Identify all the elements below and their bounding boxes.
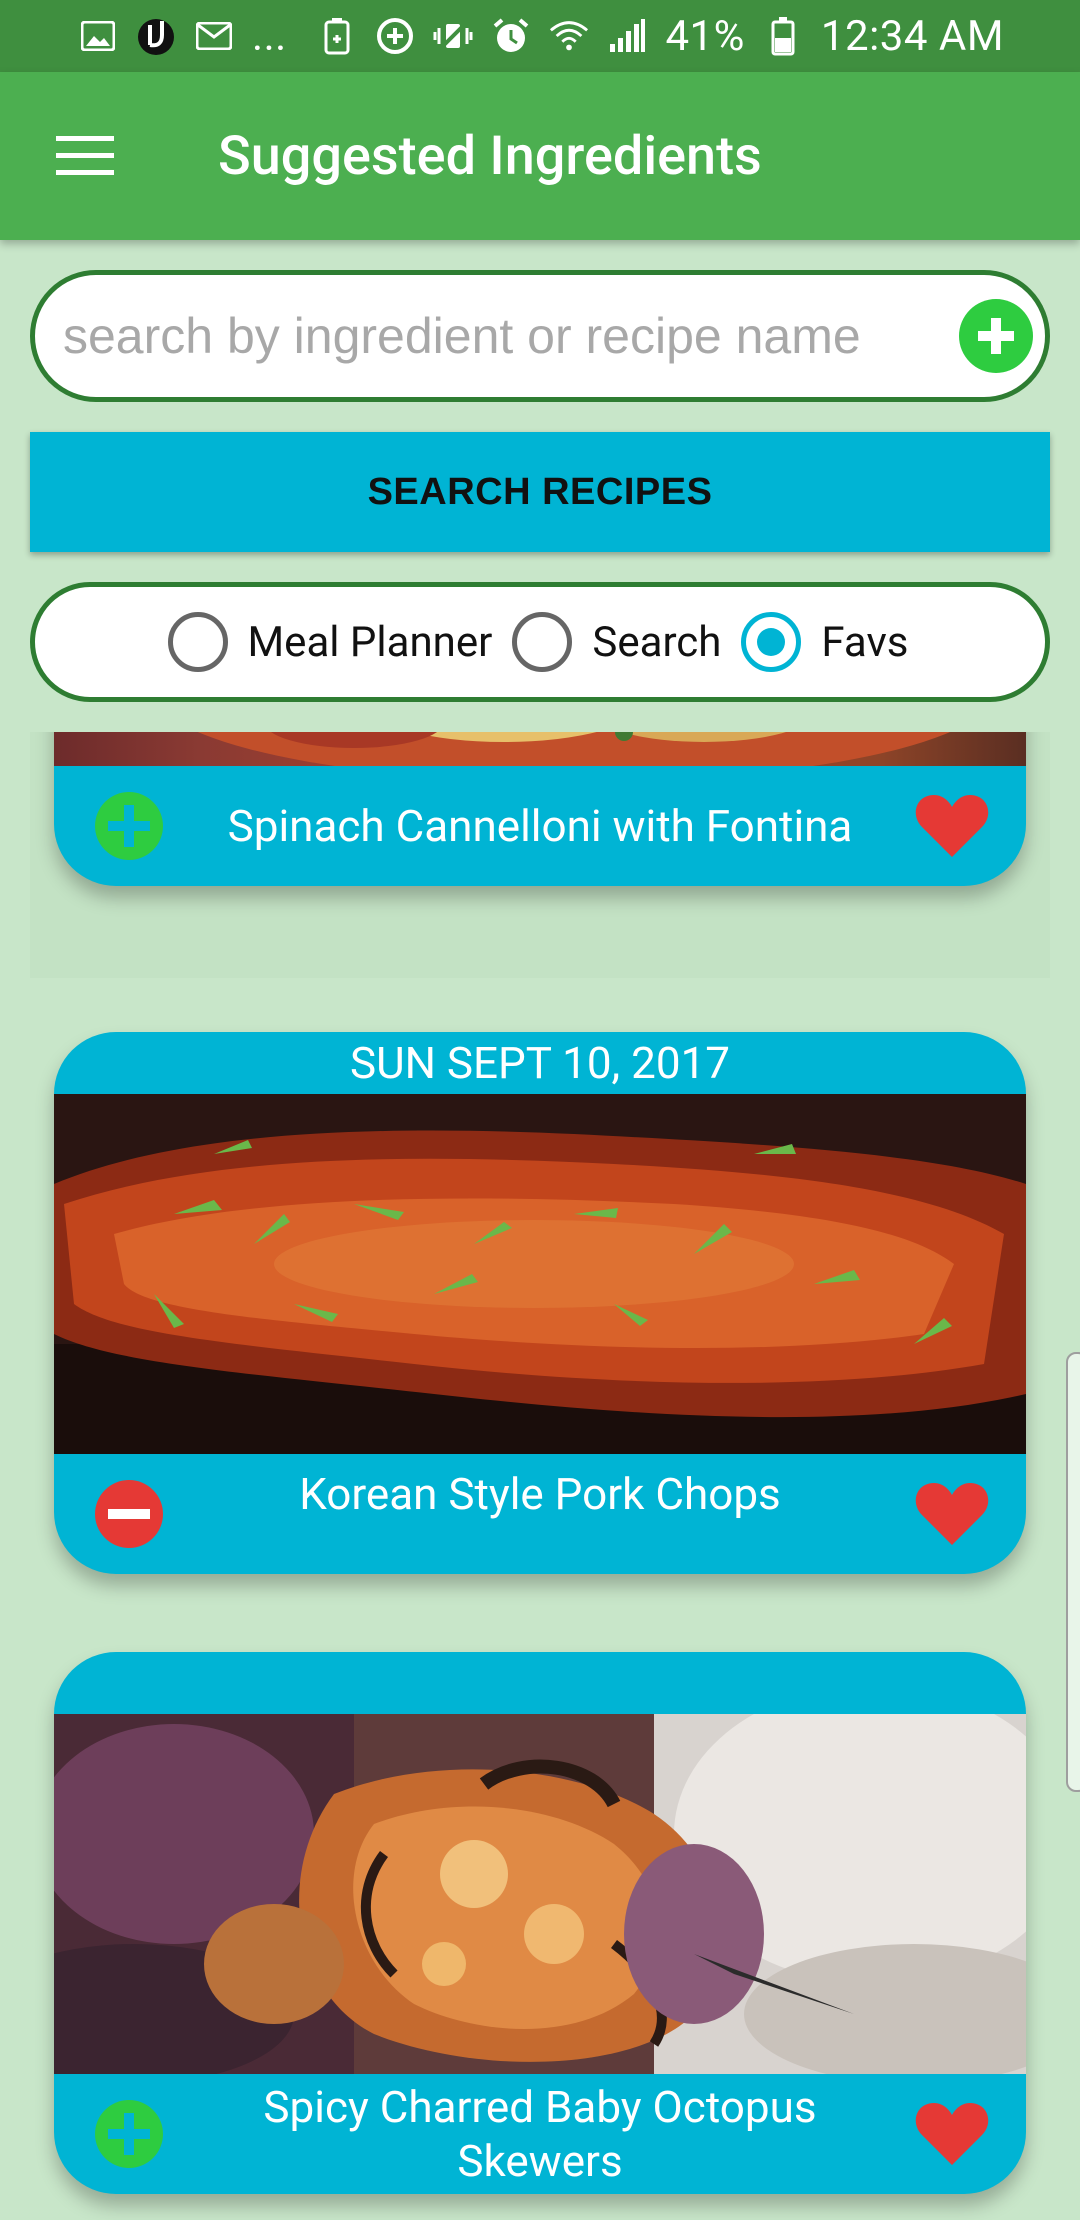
status-left-icons: ... [78,12,287,61]
add-circle-icon[interactable] [94,2099,164,2169]
recipe-date [54,1652,1026,1714]
recipe-card[interactable]: Spinach Cannelloni with Fontina [54,732,1026,886]
clock: 12:34 AM [820,11,1004,61]
heart-icon[interactable] [914,2099,990,2169]
recipe-list[interactable]: Spinach Cannelloni with Fontina SUN SEPT… [0,732,1080,2220]
radio-favs[interactable]: Favs [741,612,908,672]
signal-icon [607,16,647,56]
wifi-icon [549,16,589,56]
mail-icon [194,16,234,56]
recipe-card[interactable]: Spicy Charred Baby Octopus Skewers [54,1652,1026,2194]
card-footer: Spicy Charred Baby Octopus Skewers [54,2074,1026,2194]
card-footer: Korean Style Pork Chops [54,1454,1026,1574]
plus-circle-icon[interactable] [959,299,1033,373]
recipe-title[interactable]: Spinach Cannelloni with Fontina [220,799,860,853]
battery-saver-icon [317,16,357,56]
radio-button[interactable] [512,612,573,672]
hamburger-menu-icon[interactable] [40,111,130,201]
recipe-image[interactable] [54,1094,1026,1454]
more-notifications-text: ... [252,11,287,61]
search-recipes-button[interactable]: SEARCH RECIPES [30,432,1050,552]
card-footer: Spinach Cannelloni with Fontina [54,766,1026,886]
battery-percent: 41% [665,11,745,61]
heart-icon[interactable] [914,1479,990,1549]
data-saver-icon [375,16,415,56]
recipe-title[interactable]: Korean Style Pork Chops [220,1467,860,1521]
remove-circle-icon[interactable] [94,1479,164,1549]
radio-dot [757,628,786,656]
recipe-card[interactable]: SUN SEPT 10, 2017 Korean Style Pork Chop… [54,1032,1026,1574]
heart-icon[interactable] [914,791,990,861]
radio-button[interactable] [167,612,228,672]
recipe-image[interactable] [54,732,1026,766]
radio-search[interactable]: Search [512,612,721,672]
recipe-title[interactable]: Spicy Charred Baby Octopus Skewers [220,2080,860,2188]
scrollbar[interactable] [1066,1352,1080,1792]
app-notification-icon [136,16,176,56]
search-input[interactable] [63,307,959,365]
search-box [30,270,1050,402]
status-bar: ... 41% 12:34 AM [0,0,1080,72]
page-title: Suggested Ingredients [218,124,762,188]
app-bar: Suggested Ingredients [0,72,1080,240]
radio-label: Search [592,617,722,667]
radio-label: Favs [821,617,909,667]
alarm-icon [491,16,531,56]
battery-icon [763,16,803,56]
recipe-image[interactable] [54,1714,1026,2074]
status-right-icons: 41% 12:34 AM [317,12,1004,61]
radio-label: Meal Planner [247,617,493,667]
radio-meal-planner[interactable]: Meal Planner [167,612,493,672]
view-mode-radio-group: Meal Planner Search Favs [30,582,1050,702]
radio-button-checked[interactable] [741,612,802,672]
vibrate-icon [433,16,473,56]
gallery-icon [78,16,118,56]
recipe-date: SUN SEPT 10, 2017 [349,1037,731,1089]
add-circle-icon[interactable] [94,791,164,861]
